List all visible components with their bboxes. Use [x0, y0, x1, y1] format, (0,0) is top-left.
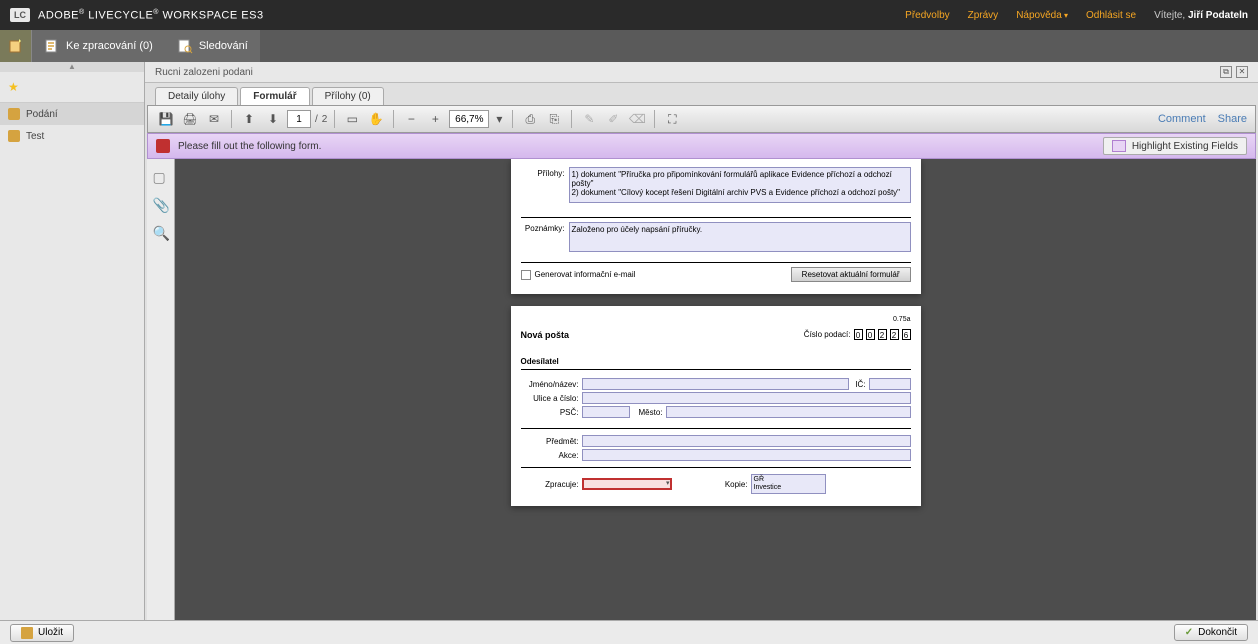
breadcrumb: Rucni zalozeni podani ⧉ ✕ [145, 62, 1258, 83]
field-poznamky[interactable] [569, 222, 911, 252]
fullscreen-icon[interactable]: ⛶ [662, 109, 682, 129]
check-icon: ✓ [1185, 627, 1193, 638]
field-jmeno[interactable] [582, 378, 849, 390]
select-icon[interactable]: ▭ [342, 109, 362, 129]
star-icon: ★ [8, 80, 19, 94]
header-links: Předvolby Zprávy Nápověda Odhlásit se Ví… [905, 10, 1248, 21]
field-prilohy[interactable] [569, 167, 911, 203]
page-current-input[interactable] [287, 110, 311, 128]
pdf-page-1: Přílohy: Poznámky: Generovat informační … [511, 159, 921, 294]
tool-icon-1[interactable]: ⎙ [520, 109, 540, 129]
dropdown-icon[interactable]: ▾ [666, 479, 670, 487]
tab-formular[interactable]: Formulář [240, 87, 309, 105]
field-akce[interactable] [582, 449, 911, 461]
field-psc[interactable] [582, 406, 630, 418]
link-zpravy[interactable]: Zprávy [968, 10, 999, 21]
label-poznamky: Poznámky: [521, 222, 569, 233]
version-text: 0.75a [521, 314, 911, 325]
zoom-input[interactable] [449, 110, 489, 128]
save-button[interactable]: Uložit [10, 624, 74, 642]
info-message: Please fill out the following form. [178, 141, 321, 152]
label-zpracuje: Zpracuje: [521, 480, 579, 489]
search-side-icon[interactable]: 🔍 [153, 225, 169, 241]
label-prilohy: Přílohy: [521, 167, 569, 178]
pdf-viewer: ▢ 📎 🔍 Přílohy: Poznámky: [147, 159, 1256, 620]
viewer-side-tools: ▢ 📎 🔍 [147, 159, 175, 620]
field-predmet[interactable] [582, 435, 911, 447]
field-mesto[interactable] [666, 406, 911, 418]
tool-icon-2[interactable]: ⎘ [544, 109, 564, 129]
label-gen-email: Generovat informační e-mail [535, 270, 636, 279]
task-tabs: Detaily úlohy Formulář Přílohy (0) [145, 83, 1258, 105]
label-predmet: Předmět: [521, 437, 579, 446]
page-sep: / [315, 114, 318, 125]
sidebar-item-test[interactable]: Test [0, 125, 144, 147]
tab-prilohy[interactable]: Přílohy (0) [312, 87, 384, 105]
tab-detaily[interactable]: Detaily úlohy [155, 87, 238, 105]
thumbnails-icon[interactable]: ▢ [153, 169, 169, 185]
field-ic[interactable] [869, 378, 911, 390]
share-link[interactable]: Share [1218, 113, 1247, 125]
field-zpracuje[interactable] [582, 478, 672, 490]
pdf-toolbar: 💾 🖨 ✉ ⬆ ⬇ / 2 ▭ ✋ − + ▾ ⎙ ⎘ ✎ ✐ ⌫ ⛶ [147, 105, 1256, 133]
lc-logo: LC [10, 8, 30, 22]
folder-icon [8, 108, 20, 120]
zoom-dropdown-icon[interactable]: ▾ [493, 109, 505, 129]
highlight-fields-button[interactable]: Highlight Existing Fields [1103, 137, 1247, 155]
complete-button[interactable]: ✓ Dokončit [1174, 624, 1248, 641]
checkbox-gen-email[interactable] [521, 270, 531, 280]
zoom-out-icon[interactable]: − [401, 109, 421, 129]
info-bar: Please fill out the following form. High… [147, 133, 1256, 159]
close-icon[interactable]: ✕ [1236, 66, 1248, 78]
page-down-icon[interactable]: ⬇ [263, 109, 283, 129]
mail-icon[interactable]: ✉ [204, 109, 224, 129]
comment-link[interactable]: Comment [1158, 113, 1206, 125]
hand-icon[interactable]: ✋ [366, 109, 386, 129]
label-ulice: Ulice a číslo: [521, 394, 579, 403]
folder-icon [8, 130, 20, 142]
nav-ke-zpracovani[interactable]: Ke zpracování (0) [32, 30, 165, 62]
label-jmeno: Jméno/název: [521, 380, 579, 389]
link-odhlasit[interactable]: Odhlásit se [1086, 10, 1136, 21]
annot-icon-3[interactable]: ⌫ [627, 109, 647, 129]
nav-bar: Ke zpracování (0) Sledování [0, 30, 1258, 62]
page-total: 2 [322, 114, 328, 125]
welcome-text: Vítejte, Jiří Podateln [1154, 10, 1248, 21]
sidebar-favorites[interactable]: ★ [0, 72, 144, 103]
label-psc: PSČ: [521, 408, 579, 417]
sidebar-item-podani[interactable]: Podání [0, 103, 144, 125]
nav-new[interactable] [0, 30, 32, 62]
label-mesto: Město: [633, 408, 663, 417]
cislo-podaci: Číslo podací: 0 0 2 2 6 [804, 329, 911, 340]
print-icon[interactable]: 🖨 [180, 109, 200, 129]
label-ic: IČ: [852, 380, 866, 389]
page2-title: Nová pošta [521, 330, 570, 340]
zoom-in-icon[interactable]: + [425, 109, 445, 129]
app-header: LC ADOBE® LIVECYCLE® WORKSPACE ES3 Předv… [0, 0, 1258, 30]
annot-icon-1[interactable]: ✎ [579, 109, 599, 129]
label-kopie: Kopie: [718, 480, 748, 489]
section-odesilatel: Odesílatel [521, 354, 911, 370]
sidebar: ▲ ★ Podání Test [0, 62, 145, 620]
nav-sledovani[interactable]: Sledování [165, 30, 260, 62]
link-predvolby[interactable]: Předvolby [905, 10, 949, 21]
reset-button[interactable]: Resetovat aktuální formulář [791, 267, 911, 282]
link-napoveda[interactable]: Nápověda [1016, 10, 1068, 21]
form-alert-icon [156, 139, 170, 153]
sidebar-collapse[interactable]: ▲ [0, 62, 144, 72]
popout-icon[interactable]: ⧉ [1220, 66, 1232, 78]
page-up-icon[interactable]: ⬆ [239, 109, 259, 129]
field-kopie[interactable]: GŘ Investice [751, 474, 826, 494]
disk-icon [21, 627, 33, 639]
field-ulice[interactable] [582, 392, 911, 404]
highlight-icon [1112, 140, 1126, 152]
pages-container[interactable]: Přílohy: Poznámky: Generovat informační … [175, 159, 1256, 620]
annot-icon-2[interactable]: ✐ [603, 109, 623, 129]
app-title: ADOBE® LIVECYCLE® WORKSPACE ES3 [38, 9, 264, 22]
label-akce: Akce: [521, 451, 579, 460]
attachments-icon[interactable]: 📎 [153, 197, 169, 213]
action-bar: Uložit ✓ Dokončit [0, 620, 1258, 644]
pdf-page-2: 0.75a Nová pošta Číslo podací: 0 0 2 2 6 [511, 306, 921, 506]
save-icon[interactable]: 💾 [156, 109, 176, 129]
